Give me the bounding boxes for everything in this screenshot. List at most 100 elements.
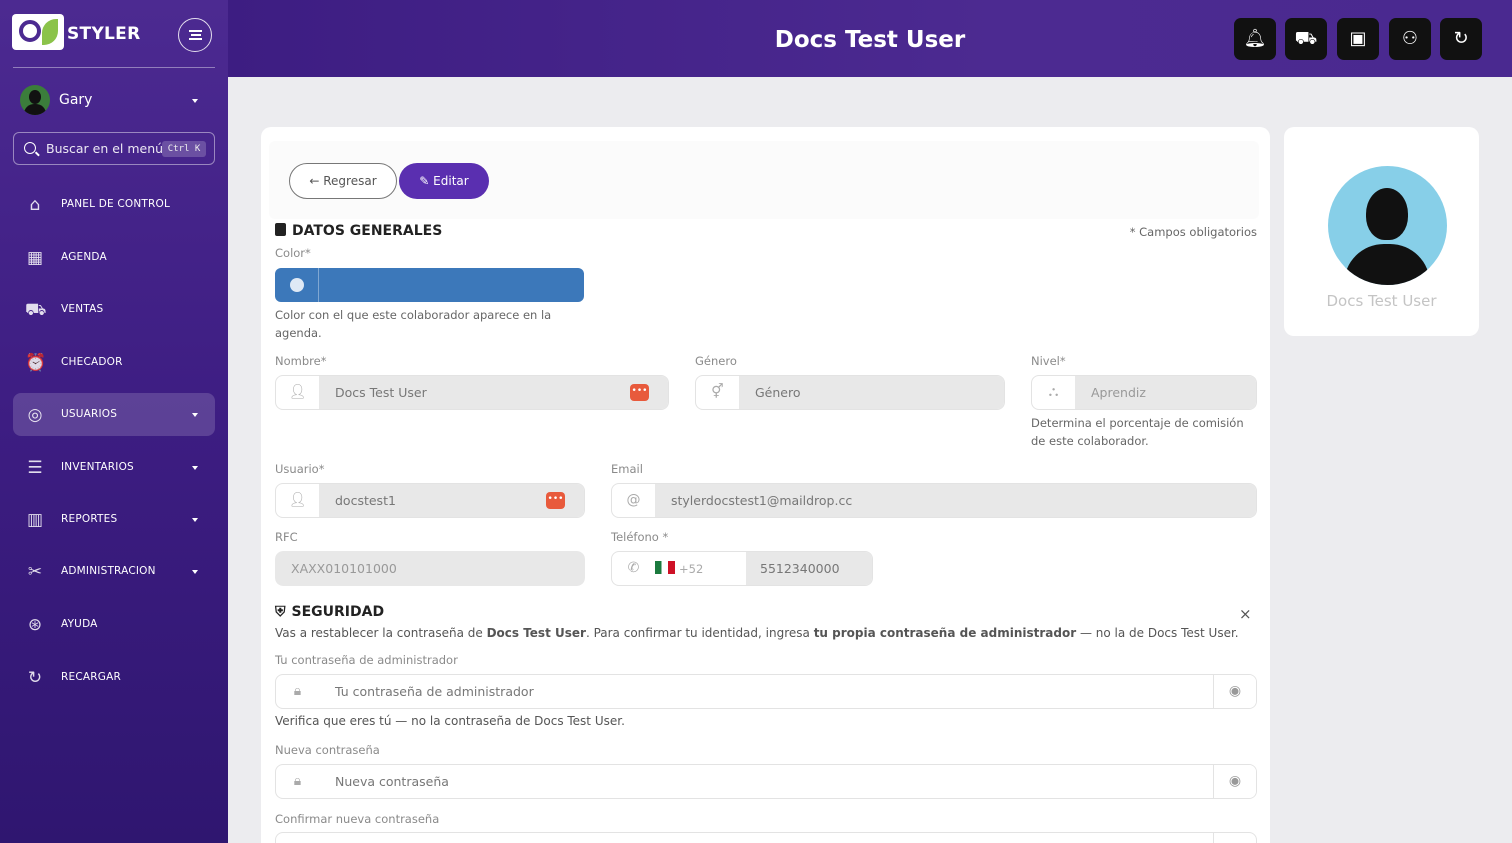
sidebar-item-reportes[interactable]: ▥ REPORTES [13, 498, 215, 541]
user-form-card: ← Regresar ✎ Editar DATOS GENERALES * Ca… [261, 127, 1270, 843]
telefono-label: Teléfono * [611, 530, 669, 544]
search-icon [24, 142, 36, 154]
genero-select[interactable]: ⚥ Género [695, 375, 1005, 410]
sidebar-item-label: CHECADOR [61, 356, 123, 368]
bar-chart-icon: ▥ [26, 510, 44, 530]
add-user-button[interactable]: ⚇ [1389, 18, 1431, 60]
sidebar-item-administracion[interactable]: ✂ ADMINISTRACION [13, 550, 215, 593]
edit-button-label: Editar [433, 174, 469, 188]
new-password-placeholder: Nueva contraseña [319, 765, 1256, 798]
chevron-down-icon [192, 466, 198, 470]
admin-password-field[interactable]: 🔒︎ Tu contraseña de administrador ◉ [275, 674, 1257, 709]
refresh-button[interactable]: ↻ [1440, 18, 1482, 60]
confirm-password-field[interactable] [275, 832, 1257, 843]
phone-country-code[interactable]: +52 [679, 562, 703, 576]
sidebar-item-label: AYUDA [61, 618, 98, 630]
sidebar-item-panel-de-control[interactable]: ⌂ PANEL DE CONTROL [13, 183, 215, 226]
eye-icon[interactable]: ◉ [1213, 675, 1256, 708]
at-icon: @ [626, 492, 641, 508]
eye-icon[interactable] [1213, 833, 1256, 843]
mexico-flag-icon [655, 561, 675, 574]
telefono-value: 5512340000 [746, 552, 872, 585]
required-fields-note: * Campos obligatorios [1129, 225, 1257, 239]
sidebar-item-label: USUARIOS [61, 408, 118, 420]
sidebar-item-agenda[interactable]: ▦ AGENDA [13, 236, 215, 279]
store-icon: ⌂ [29, 195, 41, 215]
telefono-field[interactable]: ✆ +52 5512340000 [611, 551, 873, 586]
sidebar-item-recargar[interactable]: ↻ RECARGAR [13, 656, 215, 699]
sidebar-item-usuarios[interactable]: ◎ USUARIOS [13, 393, 215, 436]
arrow-left-icon: ← [309, 174, 324, 188]
list-icon: ☰ [27, 458, 43, 478]
genero-label: Género [695, 354, 737, 368]
nivel-value: Aprendiz [1075, 376, 1256, 409]
close-icon[interactable]: × [1239, 605, 1252, 623]
avatar [20, 85, 50, 115]
sidebar-divider [13, 67, 215, 68]
user-menu[interactable]: Gary [20, 85, 210, 115]
id-card-icon [275, 223, 286, 236]
gender-icon: ⚥ [711, 384, 724, 400]
calendar-plus-icon: ▣ [1349, 28, 1367, 49]
calendar-icon: ▦ [26, 248, 44, 268]
action-bar: ← Regresar ✎ Editar [269, 141, 1259, 219]
nivel-select[interactable]: ⛬ Aprendiz [1031, 375, 1257, 410]
notifications-button[interactable]: 🔔︎ [1234, 18, 1276, 60]
new-appointment-button[interactable]: ▣ [1337, 18, 1379, 60]
edit-icon: ✎ [419, 174, 434, 188]
cart-icon: ⛟ [1294, 28, 1318, 49]
color-picker[interactable] [275, 268, 584, 302]
nombre-field[interactable]: 👤︎ Docs Test User ••• [275, 375, 669, 410]
genero-placeholder: Género [739, 376, 1004, 409]
hierarchy-icon: ⛬ [1048, 384, 1059, 400]
tools-icon: ✂ [27, 562, 43, 582]
profile-avatar [1328, 166, 1447, 285]
sidebar-item-ayuda[interactable]: ⊛ AYUDA [13, 603, 215, 646]
password-manager-icon[interactable]: ••• [546, 492, 565, 509]
sidebar-item-ventas[interactable]: ⛟ VENTAS [13, 288, 215, 331]
color-help: Color con el que este colaborador aparec… [275, 308, 552, 340]
refresh-icon: ↻ [1453, 28, 1469, 49]
eye-icon[interactable]: ◉ [1213, 765, 1256, 798]
profile-name: Docs Test User [1326, 292, 1437, 310]
section-general-title: DATOS GENERALES [275, 223, 442, 239]
admin-password-placeholder: Tu contraseña de administrador [319, 675, 1256, 708]
email-label: Email [611, 462, 643, 476]
nivel-label: Nivel* [1031, 354, 1066, 368]
chevron-down-icon [192, 413, 198, 417]
lock-icon: 🔒︎ [293, 773, 302, 789]
shield-icon: ⛨ [275, 604, 286, 620]
sidebar-item-label: REPORTES [61, 513, 118, 525]
sidebar-item-label: ADMINISTRACION [61, 565, 156, 577]
usuario-value: docstest1 [319, 484, 584, 517]
usuario-label: Usuario* [275, 462, 325, 476]
new-password-label: Nueva contraseña [275, 743, 380, 757]
chevron-down-icon [192, 518, 198, 522]
user-plus-icon: ⚇ [1401, 28, 1419, 49]
lock-icon: 🔒︎ [293, 683, 302, 699]
bell-icon: 🔔︎ [1243, 28, 1267, 49]
search-placeholder: Buscar en el menú [46, 141, 164, 156]
usuario-field[interactable]: 👤︎ docstest1 ••• [275, 483, 585, 518]
new-password-field[interactable]: 🔒︎ Nueva contraseña ◉ [275, 764, 1257, 799]
user-name: Gary [59, 92, 93, 108]
sidebar-item-label: VENTAS [61, 303, 104, 315]
email-field[interactable]: @ stylerdocstest1@maildrop.cc [611, 483, 1257, 518]
sidebar-item-checador[interactable]: ⏰ CHECADOR [13, 341, 215, 384]
nivel-help: Determina el porcentaje de comisión de e… [1031, 416, 1244, 448]
confirm-password-label: Confirmar nueva contraseña [275, 812, 440, 826]
password-manager-icon[interactable]: ••• [630, 384, 649, 401]
help-icon: ⊛ [27, 615, 43, 635]
cart-button[interactable]: ⛟ [1285, 18, 1327, 60]
rfc-value: XAXX010101000 [275, 551, 585, 586]
sidebar-item-inventarios[interactable]: ☰ INVENTARIOS [13, 446, 215, 489]
logo-icon [12, 14, 64, 50]
menu-search-input[interactable]: Buscar en el menú Ctrl K [13, 132, 215, 165]
phone-icon: ✆ [627, 560, 640, 576]
rfc-field[interactable]: XAXX010101000 [275, 551, 585, 586]
back-button-label: Regresar [323, 174, 377, 188]
brand-name: STYLER [67, 24, 141, 44]
edit-button[interactable]: ✎ Editar [399, 163, 489, 199]
menu-toggle-button[interactable] [178, 18, 212, 52]
back-button[interactable]: ← Regresar [289, 163, 397, 199]
